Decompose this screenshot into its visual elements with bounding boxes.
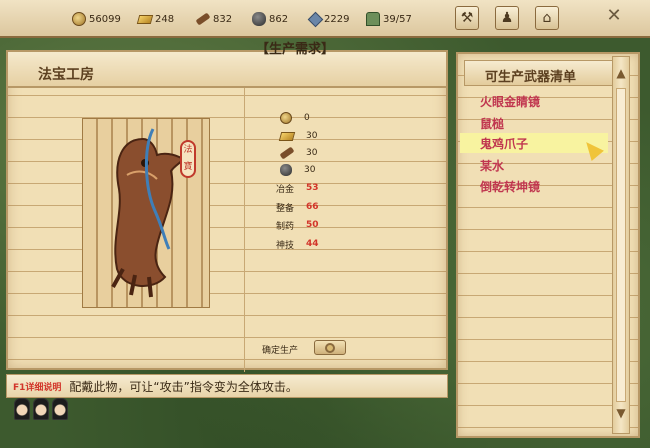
close-button[interactable]: ✕ xyxy=(604,6,624,26)
skill-label: 制药 xyxy=(275,221,294,232)
ore-icon xyxy=(252,12,266,26)
resource-gold: 248 xyxy=(136,10,175,28)
weapon-list-item[interactable]: 倒乾转坤镜 xyxy=(460,176,608,196)
resource-bar: 56099 248 832 862 2229 39/57 ⚒ ♟ ⌂ ✕ xyxy=(0,0,650,38)
arrow-down-icon: ▼ xyxy=(616,406,626,420)
resource-money-value: 56099 xyxy=(89,13,121,25)
people-icon: ♟ xyxy=(500,10,514,26)
close-icon: ✕ xyxy=(606,5,622,26)
material-coin-value: 0 xyxy=(304,113,310,123)
weapon-list-item[interactable]: 鼠槌 xyxy=(460,113,608,133)
skill-metallurgy-row: 冶金 53 xyxy=(260,178,319,198)
resource-ore-value: 862 xyxy=(269,13,289,25)
resource-gold-value: 248 xyxy=(155,13,175,25)
ore-icon xyxy=(280,164,292,176)
coin-icon xyxy=(72,12,86,26)
item-info-bar: F1详细说明 配戴此物，可让“攻击”指令变为全体攻击。 xyxy=(6,374,448,398)
weapon-list-item[interactable]: 某水 xyxy=(460,155,608,175)
requirements-heading: 【生产需求】 xyxy=(255,42,334,57)
coin-icon xyxy=(280,112,292,124)
scroll-down-button[interactable]: ▼ xyxy=(612,406,630,422)
wood-icon xyxy=(279,146,295,160)
skill-label: 神技 xyxy=(275,240,294,251)
resource-wood-value: 832 xyxy=(213,13,233,25)
gem-icon xyxy=(307,11,324,27)
scroll-up-button[interactable]: ▲ xyxy=(612,66,630,82)
skill-value: 66 xyxy=(306,202,319,212)
party-portraits xyxy=(14,398,71,420)
resource-ore: 862 xyxy=(252,10,288,28)
workshop-panel: 法宝工房 xyxy=(6,50,448,372)
f1-help-hint[interactable]: F1详细说明 xyxy=(13,380,61,393)
treasure-seal: 法寶 xyxy=(180,140,196,178)
party-portrait-3[interactable] xyxy=(52,398,68,420)
material-wood-value: 30 xyxy=(306,148,318,158)
tools-menu-button[interactable]: ⚒ xyxy=(455,6,479,30)
arrow-up-icon: ▲ xyxy=(616,66,626,80)
resource-gem: 2229 xyxy=(307,10,350,28)
resource-gem-value: 2229 xyxy=(324,13,350,25)
party-portrait-1[interactable] xyxy=(14,398,30,420)
party-portrait-2[interactable] xyxy=(33,398,49,420)
skill-label: 整备 xyxy=(275,203,294,214)
confirm-production-label: 确定生产 xyxy=(262,346,299,356)
skill-label: 冶金 xyxy=(275,184,294,195)
tools-icon: ⚒ xyxy=(460,10,474,26)
population-icon xyxy=(366,12,380,26)
material-ore-value: 30 xyxy=(304,165,316,175)
material-gold-value: 30 xyxy=(306,131,318,141)
home-button[interactable]: ⌂ xyxy=(535,6,559,30)
skill-divine-row: 神技 44 xyxy=(260,234,319,254)
skill-value: 50 xyxy=(306,220,319,230)
weapon-list-title: 可生产武器清单 xyxy=(464,60,614,86)
skill-medicine-row: 制药 50 xyxy=(260,215,319,235)
wood-icon xyxy=(195,12,211,26)
resource-population-value: 39/57 xyxy=(383,13,412,25)
panel-divider xyxy=(244,88,245,372)
item-description: 配戴此物，可让“攻击”指令变为全体攻击。 xyxy=(69,379,298,394)
confirm-production-button[interactable] xyxy=(314,340,346,355)
gold-bar-icon xyxy=(278,131,296,141)
material-ore-row: 30 xyxy=(260,160,315,180)
confirm-icon xyxy=(325,342,335,353)
weapon-list-item[interactable]: 火眼金睛镜 xyxy=(460,91,608,111)
resource-money: 56099 xyxy=(72,10,121,28)
resource-population: 39/57 xyxy=(366,10,412,28)
skill-value: 44 xyxy=(306,239,319,249)
workshop-title: 法宝工房 xyxy=(8,52,446,88)
resource-wood: 832 xyxy=(195,10,233,28)
home-icon: ⌂ xyxy=(542,10,552,26)
skill-equipment-row: 整备 66 xyxy=(260,197,319,217)
characters-menu-button[interactable]: ♟ xyxy=(495,6,519,30)
material-coin-row: 0 xyxy=(260,108,310,128)
scroll-track[interactable] xyxy=(616,88,626,402)
skill-value: 53 xyxy=(306,183,319,193)
gold-bar-icon xyxy=(136,14,154,24)
